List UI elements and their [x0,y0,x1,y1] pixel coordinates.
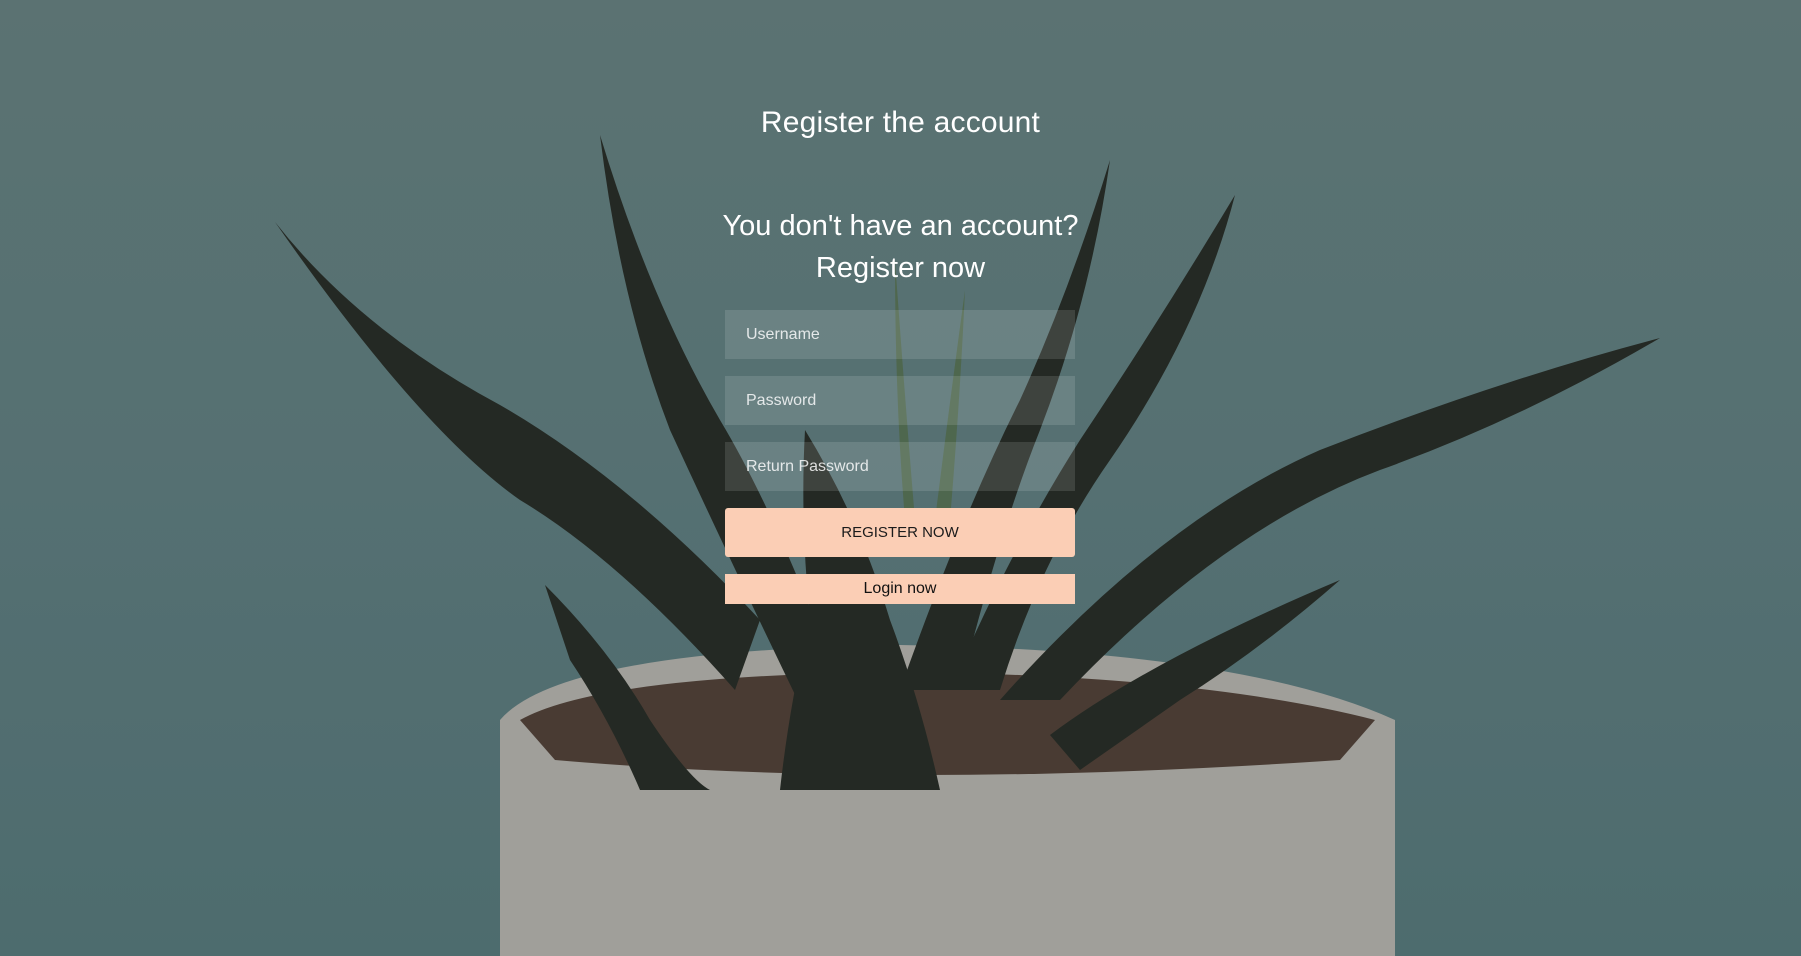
username-input[interactable] [725,310,1075,359]
register-content: Register the account You don't have an a… [0,0,1801,956]
return-password-input[interactable] [725,442,1075,491]
subtitle-line-2: Register now [815,252,986,284]
register-form: REGISTER NOW Login now [725,310,1075,604]
register-page: Register the account You don't have an a… [0,0,1801,956]
page-subtitle: You don't have an account? Register now [0,205,1801,289]
password-input[interactable] [725,376,1075,425]
register-button[interactable]: REGISTER NOW [725,508,1075,557]
subtitle-line-1: You don't have an account? [722,210,1079,242]
page-title: Register the account [760,106,1041,139]
login-button[interactable]: Login now [725,574,1075,604]
